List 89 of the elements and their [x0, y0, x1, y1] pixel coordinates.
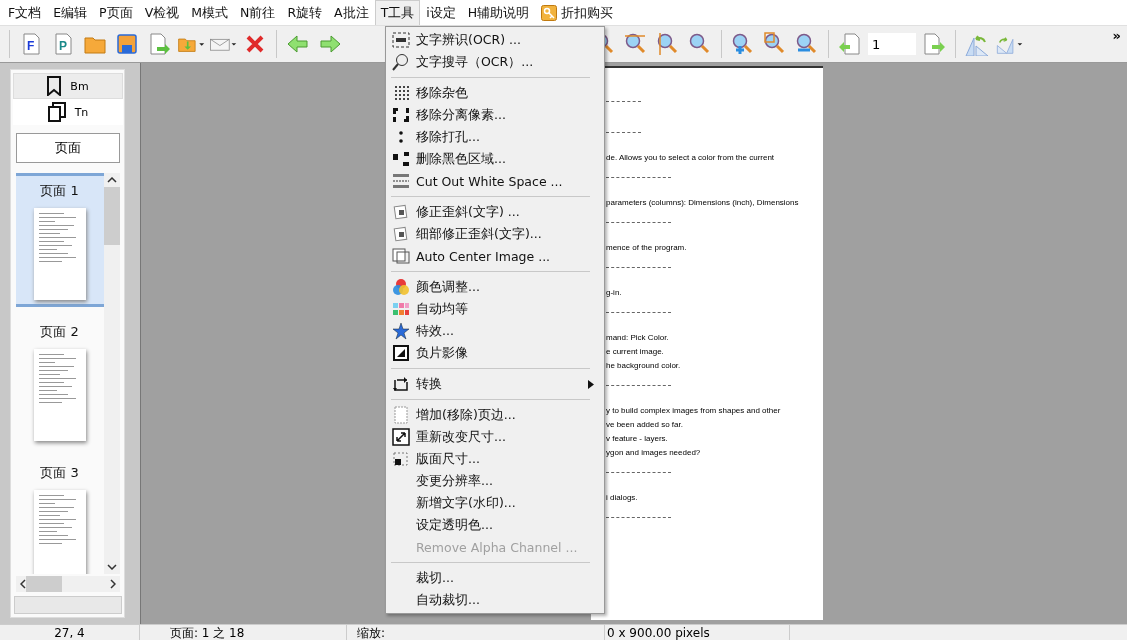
key-icon [541, 5, 558, 21]
center-icon [392, 248, 410, 264]
document-text: ve been added so far. [606, 420, 684, 429]
menu-entry[interactable]: 自动裁切... [386, 589, 604, 611]
menu-entry[interactable]: 转换 [386, 373, 604, 395]
rotate-icon [392, 376, 410, 392]
margins-icon [392, 406, 410, 424]
image-size: 0 x 900.00 pixels [607, 625, 710, 640]
menu-entry[interactable]: 自动均等 [386, 298, 604, 320]
page-number-field[interactable]: 1 [868, 33, 916, 55]
menu-entry[interactable]: Auto Center Image ... [386, 245, 604, 267]
blocks-icon [392, 151, 410, 167]
lines-icon [392, 173, 410, 189]
scroll-thumb[interactable] [25, 576, 62, 592]
resize-icon [392, 428, 410, 446]
menu-entry[interactable]: 移除杂色 [386, 82, 604, 104]
negative-icon [392, 345, 410, 361]
menu-item[interactable]: 折扣购买 [535, 0, 620, 25]
menu-entry[interactable]: 变更分辨率... [386, 470, 604, 492]
document-text: ygon and images needed? [606, 448, 702, 457]
menu-entry[interactable]: 裁切... [386, 567, 604, 589]
menu-item[interactable]: T工具 [374, 0, 421, 25]
thumbnail-label: 页面 3 [40, 464, 79, 482]
document-text: parameters (columns): Dimensions (inch), Dimensions [606, 198, 800, 207]
search-icon [392, 53, 410, 71]
menu-entry[interactable]: 修正歪斜(文字) ... [386, 201, 604, 223]
toolbar-overflow[interactable]: » [1112, 28, 1121, 43]
deskew-icon [392, 226, 410, 242]
document-text: i dialogs. [606, 493, 639, 502]
menu-item[interactable]: A批注 [328, 0, 375, 25]
menu-item[interactable]: M模式 [185, 0, 234, 25]
star-icon [392, 322, 410, 340]
document-text: he background color. [606, 361, 682, 370]
document-text: v feature - layers. [606, 434, 669, 443]
menu-entry[interactable]: 增加(移除)页边... [386, 404, 604, 426]
page-thumbnail[interactable]: 页面 1 [15, 173, 104, 307]
page-status: 页面: 1 之 18 [170, 625, 245, 640]
deskew-icon [392, 204, 410, 220]
page-size-icon [392, 451, 410, 467]
sidebar-tab[interactable]: Bm [12, 73, 123, 99]
menu-item[interactable]: P页面 [93, 0, 139, 25]
corners-icon [392, 107, 410, 123]
thumbnail-label: 页面 2 [40, 323, 79, 341]
document-text: g-in. [606, 288, 623, 297]
color-grid-icon [392, 301, 410, 317]
bookmark-icon [46, 76, 63, 96]
cursor-position: 27, 4 [54, 625, 85, 640]
document-text: e current image. [606, 347, 665, 356]
page-thumbnail[interactable]: 页面 3 [15, 455, 104, 574]
zoom-status: 缩放: [357, 625, 386, 640]
color-circles-icon [392, 278, 410, 296]
menu-entry[interactable]: 新增文字(水印)... [386, 492, 604, 514]
menu-entry[interactable]: 重新改变尺寸... [386, 426, 604, 448]
menu-item[interactable]: F文档 [2, 0, 48, 25]
page-thumbnail[interactable]: 页面 2 [15, 314, 104, 448]
menu-entry[interactable]: 删除黑色区域... [386, 148, 604, 170]
menu-entry[interactable]: Cut Out White Space ... [386, 170, 604, 192]
document-text: mand: Pick Color. [606, 333, 670, 342]
menu-entry[interactable]: 移除分离像素... [386, 104, 604, 126]
menu-entry[interactable]: 文字辨识(OCR) ... [386, 29, 604, 51]
menu-entry[interactable]: 设定透明色... [386, 514, 604, 536]
scroll-left-icon[interactable] [19, 579, 26, 589]
menu-item[interactable]: E编辑 [47, 0, 94, 25]
sidebar-tab[interactable]: Tn [12, 99, 123, 125]
horizontal-scrollbar[interactable] [15, 576, 120, 592]
menu-item[interactable]: V检视 [138, 0, 186, 25]
document-text: y to build complex images from shapes and other [606, 406, 782, 415]
menu-entry[interactable]: 移除打孔... [386, 126, 604, 148]
pages-button[interactable]: 页面 [15, 133, 120, 163]
vertical-scrollbar[interactable] [103, 173, 120, 574]
menu-item[interactable]: i设定 [420, 0, 462, 25]
dots-icon [399, 131, 403, 143]
noise-dots-icon [392, 85, 410, 101]
menu-entry[interactable]: 颜色调整... [386, 276, 604, 298]
scroll-down-icon[interactable] [106, 564, 117, 570]
menu-item[interactable]: H辅助说明 [461, 0, 536, 25]
scroll-up-icon[interactable] [106, 177, 117, 183]
menu-entry[interactable]: 特效... [386, 320, 604, 342]
menu-entry[interactable]: 文字搜寻（OCR）... [386, 51, 604, 73]
menu-entry[interactable]: 负片影像 [386, 342, 604, 364]
menu-entry[interactable]: 版面尺寸... [386, 448, 604, 470]
document-text: de. Allows you to select a color from the current [606, 153, 776, 162]
pages-icon [46, 101, 67, 123]
document-text: mence of the program. [606, 243, 688, 252]
menu-item[interactable]: R旋转 [281, 0, 329, 25]
menu-entry[interactable]: 细部修正歪斜(文字)... [386, 223, 604, 245]
scroll-right-icon[interactable] [109, 579, 116, 589]
menu-item[interactable]: N前往 [234, 0, 282, 25]
thumbnail-label: 页面 1 [40, 182, 79, 200]
